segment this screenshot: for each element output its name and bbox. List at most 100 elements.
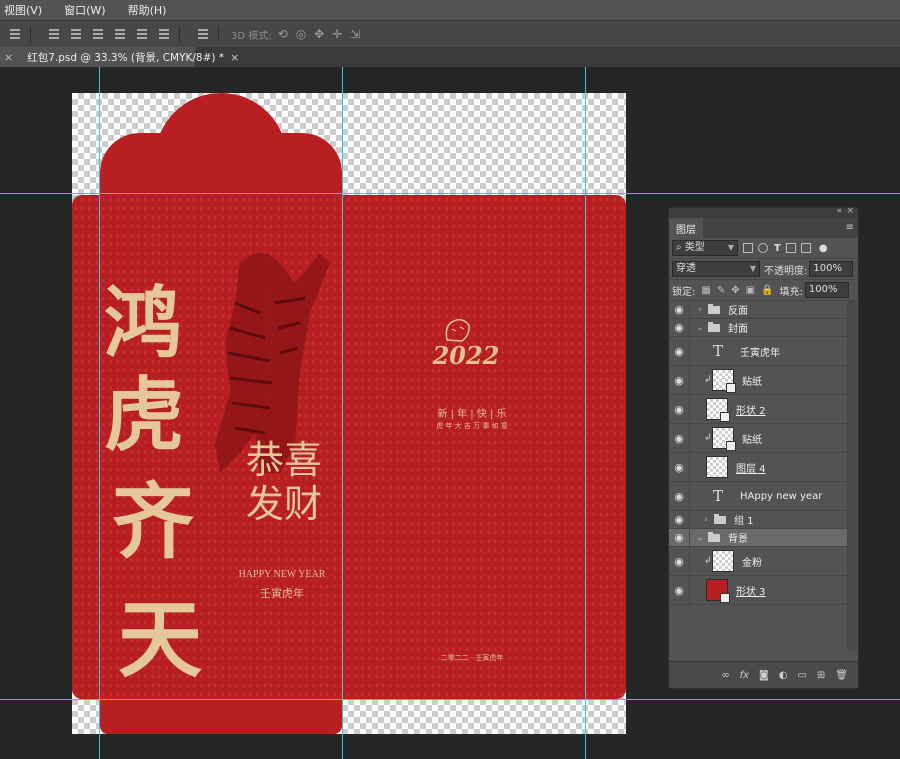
visibility-eye-icon[interactable]: ◉	[669, 490, 689, 503]
guide-vertical[interactable]	[342, 67, 343, 759]
filter-adjustment-icon[interactable]	[758, 243, 768, 253]
document-tab[interactable]: × 红包7.psd @ 33.3% (背景, CMYK/8#) * ×	[0, 47, 239, 67]
layer-row-shape[interactable]: ◉ 形状 2	[669, 395, 847, 424]
align-bottom-edges-icon[interactable]	[91, 28, 105, 40]
align-left-edges-icon[interactable]	[8, 28, 22, 40]
lock-artboard-icon[interactable]: ▣	[746, 285, 755, 296]
guide-vertical[interactable]	[585, 67, 586, 759]
visibility-eye-icon[interactable]: ◉	[669, 513, 689, 526]
lock-transparent-icon[interactable]: ▦	[701, 285, 710, 296]
distribute-right-icon[interactable]	[157, 28, 171, 40]
panel-header-strip: « ×	[669, 206, 858, 218]
expand-chevron-icon[interactable]: ›	[700, 515, 712, 525]
distribute-center-icon[interactable]	[135, 28, 149, 40]
lock-image-icon[interactable]: ✎	[717, 285, 725, 296]
fx-icon[interactable]: fx	[740, 670, 749, 681]
layer-row-group-back[interactable]: ◉ › 反面	[669, 301, 847, 319]
layer-name: 壬寅虎年	[740, 347, 780, 359]
3d-mode-label: 3D 模式:	[231, 30, 272, 42]
collapse-chevron-icon[interactable]: ⌄	[694, 323, 706, 333]
collapse-icon[interactable]: «	[836, 206, 842, 216]
close-tab-icon[interactable]: ×	[230, 51, 239, 64]
separator	[30, 26, 31, 42]
calligraphy-char-2: 虎	[104, 368, 184, 462]
layer-row-group-1[interactable]: ◉ › 组 1	[669, 511, 847, 529]
layer-row-text[interactable]: ◉ T 壬寅虎年	[669, 337, 847, 366]
visibility-eye-icon[interactable]: ◉	[669, 321, 689, 334]
lock-position-icon[interactable]: ✥	[731, 285, 739, 296]
visibility-eye-icon[interactable]: ◉	[669, 345, 689, 358]
link-icon[interactable]: ∞	[721, 670, 729, 681]
visibility-eye-icon[interactable]: ◉	[669, 461, 689, 474]
calligraphy-char-4: 天	[118, 590, 203, 689]
layer-thumbnail	[712, 427, 736, 451]
document-canvas[interactable]: 鸿 虎 齐 天 恭喜 发财 HAPPY NEW YEAR 壬寅虎年 2022 新…	[72, 93, 626, 734]
filter-type-icon[interactable]: T	[774, 243, 781, 254]
tab-layers[interactable]: 图层	[669, 218, 703, 238]
filter-shape-icon[interactable]	[785, 243, 796, 253]
new-layer-icon[interactable]: ⊞	[817, 670, 825, 681]
blend-mode-select[interactable]: 穿透 ▼	[672, 261, 760, 277]
shape-badge-icon	[720, 593, 730, 603]
filter-smart-object-icon[interactable]	[800, 243, 811, 253]
3d-orbit-icon[interactable]: ⟲	[278, 27, 288, 41]
fill-input[interactable]: 100%	[804, 282, 849, 298]
collapse-chevron-icon[interactable]: ⌄	[694, 533, 706, 543]
layer-row-sticker[interactable]: ◉ ↲ 贴纸	[669, 424, 847, 453]
menu-window[interactable]: 窗口(W)	[64, 2, 105, 18]
3d-slide-icon[interactable]: ✛	[332, 27, 342, 41]
guide-horizontal[interactable]	[0, 193, 900, 194]
3d-scale-icon[interactable]: ⇲	[350, 27, 360, 41]
folder-icon[interactable]: ▭	[797, 670, 806, 681]
opacity-label: 不透明度:	[764, 265, 808, 277]
layers-list[interactable]: ◉ › 反面 ◉ ⌄ 封面 ◉ T 壬寅虎年 ◉ ↲ 贴纸 ◉ 形状 2 ◉ ↲…	[669, 301, 858, 655]
mask-icon[interactable]: ◙	[759, 670, 769, 681]
fill-label: 填充:	[779, 286, 803, 298]
close-icon[interactable]: ×	[4, 51, 13, 64]
layers-panel[interactable]: « × 图层 ≡ ⌕ 类型 ▼ T ● 穿透 ▼ 不透明度: 100% 锁定: …	[668, 206, 859, 689]
panel-menu-icon[interactable]: ≡	[846, 222, 854, 233]
guide-horizontal[interactable]	[0, 699, 900, 700]
layer-thumbnail	[712, 550, 734, 572]
visibility-eye-icon[interactable]: ◉	[669, 432, 689, 445]
visibility-eye-icon[interactable]: ◉	[669, 303, 689, 316]
filter-kind-select[interactable]: ⌕ 类型 ▼	[672, 240, 738, 256]
auto-align-icon[interactable]	[196, 28, 210, 40]
filter-row: ⌕ 类型 ▼ T ●	[669, 238, 858, 259]
layer-row-sticker[interactable]: ◉ ↲ 贴纸	[669, 366, 847, 395]
visibility-eye-icon[interactable]: ◉	[669, 403, 689, 416]
layer-name: 背景	[728, 534, 748, 545]
menu-view[interactable]: 视图(V)	[4, 2, 42, 18]
layer-row-shape-red[interactable]: ◉ 形状 3	[669, 576, 847, 605]
guide-vertical[interactable]	[99, 67, 100, 759]
visibility-eye-icon[interactable]: ◉	[669, 555, 689, 568]
trash-icon[interactable]: 🗑	[835, 670, 848, 681]
layers-scrollbar[interactable]	[847, 301, 857, 651]
distribute-left-icon[interactable]	[113, 28, 127, 40]
filter-kind-value: 类型	[684, 242, 705, 253]
layer-row-text[interactable]: ◉ T HAppy new year	[669, 482, 847, 511]
menu-help[interactable]: 帮助(H)	[128, 2, 167, 18]
layer-name: 贴纸	[742, 434, 762, 446]
3d-roll-icon[interactable]: ◎	[296, 27, 306, 41]
align-vertical-centers-icon[interactable]	[69, 28, 83, 40]
clip-arrow-icon: ↲	[704, 375, 712, 385]
adjustment-icon[interactable]: ◐	[779, 670, 788, 681]
opacity-input[interactable]: 100%	[809, 261, 854, 277]
layer-row-image[interactable]: ◉ 图层 4	[669, 453, 847, 482]
align-top-edges-icon[interactable]	[47, 28, 61, 40]
layer-row-group-background[interactable]: ◉ ⌄ 背景	[669, 529, 847, 547]
lock-all-icon[interactable]: 🔒	[761, 285, 773, 296]
layers-panel-footer: ∞ fx ◙ ◐ ▭ ⊞ 🗑	[669, 661, 858, 688]
filter-toggle-icon[interactable]: ●	[819, 243, 828, 254]
visibility-eye-icon[interactable]: ◉	[669, 584, 689, 597]
expand-chevron-icon[interactable]: ›	[694, 305, 706, 315]
close-icon[interactable]: ×	[846, 206, 854, 216]
visibility-eye-icon[interactable]: ◉	[669, 531, 689, 544]
filter-pixel-icon[interactable]	[743, 243, 753, 253]
layer-row-gold-dust[interactable]: ◉ ↲ 金粉	[669, 547, 847, 576]
layer-name: 图层 4	[736, 463, 766, 475]
layer-row-group-cover[interactable]: ◉ ⌄ 封面	[669, 319, 847, 337]
visibility-eye-icon[interactable]: ◉	[669, 374, 689, 387]
3d-pan-icon[interactable]: ✥	[314, 27, 324, 41]
